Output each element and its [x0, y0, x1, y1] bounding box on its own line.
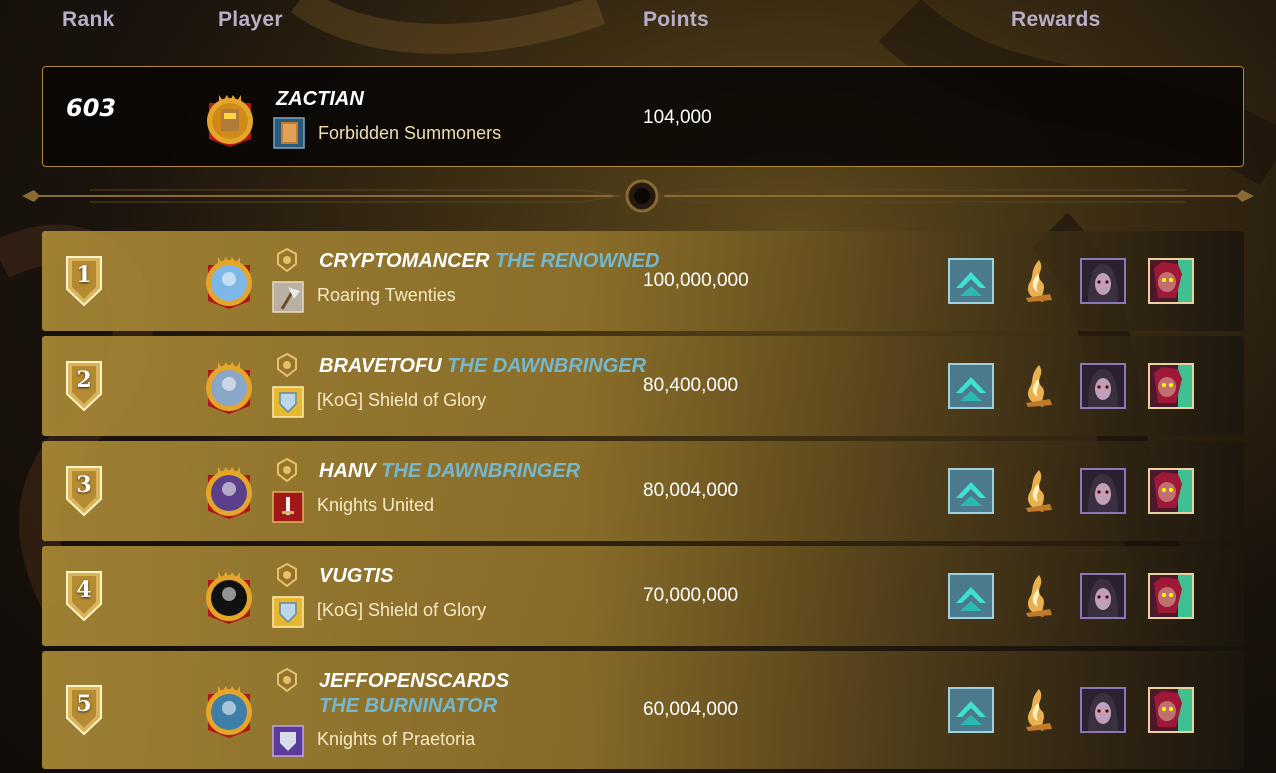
avatar[interactable]	[203, 89, 257, 149]
player-name-text: JEFFOPENSCARDS	[319, 670, 510, 692]
rank-badge: 2	[64, 360, 104, 412]
guild-name[interactable]: Knights of Praetoria	[317, 729, 475, 750]
rank-badge: 5	[64, 684, 104, 736]
red-demon-card-icon[interactable]	[1148, 573, 1194, 619]
leaderboard-row[interactable]: 4 VUGTIS [KoG] Shield of Glory 70,000,00…	[42, 546, 1244, 646]
chevron-card-icon[interactable]	[948, 573, 994, 619]
rank-number: 2	[76, 367, 92, 393]
player-name[interactable]: HANV THE DAWNBRINGER	[319, 459, 580, 484]
rank-number: 3	[76, 472, 92, 498]
player-name-text: VUGTIS	[319, 565, 394, 587]
guild-name[interactable]: [KoG] Shield of Glory	[317, 600, 486, 621]
flame-icon[interactable]	[1016, 258, 1062, 304]
guild-name[interactable]: [KoG] Shield of Glory	[317, 390, 486, 411]
self-guild-name[interactable]: Forbidden Summoners	[318, 123, 501, 144]
hooded-villain-card-icon[interactable]	[1080, 363, 1126, 409]
guild-name[interactable]: Knights United	[317, 495, 434, 516]
flame-icon[interactable]	[1016, 468, 1062, 514]
sword-icon	[272, 491, 304, 523]
flame-icon[interactable]	[1016, 363, 1062, 409]
avatar[interactable]	[202, 356, 256, 416]
avatar[interactable]	[202, 251, 256, 311]
chevron-card-icon[interactable]	[948, 468, 994, 514]
sun-icon	[276, 353, 298, 377]
red-demon-card-icon[interactable]	[1148, 687, 1194, 733]
hooded-villain-card-icon[interactable]	[1080, 258, 1126, 304]
points-column-header: Points	[643, 8, 709, 31]
player-column-header: Player	[218, 8, 283, 31]
avatar[interactable]	[202, 461, 256, 521]
chevron-card-icon[interactable]	[948, 687, 994, 733]
red-demon-card-icon[interactable]	[1148, 363, 1194, 409]
shield-icon	[272, 596, 304, 628]
avatar[interactable]	[202, 680, 256, 740]
current-player-row[interactable]: 603 ZACTIAN Forbidden Summoners 104,000	[42, 66, 1244, 167]
player-name[interactable]: JEFFOPENSCARDS THE BURNINATOR	[319, 669, 539, 719]
points-value: 70,000,000	[643, 585, 739, 606]
chevron-card-icon[interactable]	[948, 258, 994, 304]
self-rank: 603	[66, 94, 117, 122]
purple-shield-icon	[272, 725, 304, 757]
player-title: THE DAWNBRINGER	[441, 355, 647, 377]
player-name[interactable]: VUGTIS	[319, 564, 393, 589]
leaderboard-row[interactable]: 2 BRAVETOFU THE DAWNBRINGER [KoG] Shield…	[42, 336, 1244, 436]
ornamental-divider	[22, 179, 1254, 213]
chevron-card-icon[interactable]	[948, 363, 994, 409]
flame-icon[interactable]	[1016, 687, 1062, 733]
axe-icon	[272, 281, 304, 313]
shield-icon	[272, 386, 304, 418]
player-title: THE BURNINATOR	[319, 695, 498, 717]
self-player-name[interactable]: ZACTIAN	[276, 88, 364, 111]
leaderboard-row[interactable]: 1 CRYPTOMANCER THE RENOWNED Roaring Twen…	[42, 231, 1244, 331]
points-value: 80,004,000	[643, 480, 739, 501]
leaderboard-row[interactable]: 3 HANV THE DAWNBRINGER Knights United 80…	[42, 441, 1244, 541]
crown-icon	[276, 563, 298, 587]
rank-column-header: Rank	[62, 8, 115, 31]
rank-number: 1	[76, 262, 92, 288]
guild-name[interactable]: Roaring Twenties	[317, 285, 456, 306]
hooded-villain-card-icon[interactable]	[1080, 468, 1126, 514]
hooded-villain-card-icon[interactable]	[1080, 687, 1126, 733]
rewards-column-header: Rewards	[1011, 8, 1101, 31]
points-value: 60,004,000	[643, 699, 739, 720]
player-name[interactable]: CRYPTOMANCER THE RENOWNED	[319, 249, 659, 274]
player-name[interactable]: BRAVETOFU THE DAWNBRINGER	[319, 354, 646, 379]
red-demon-card-icon[interactable]	[1148, 258, 1194, 304]
helm-icon	[276, 248, 298, 272]
self-points: 104,000	[643, 107, 712, 128]
rank-number: 4	[76, 577, 92, 603]
player-name-text: CRYPTOMANCER	[319, 250, 490, 272]
rank-badge: 3	[64, 465, 104, 517]
red-demon-card-icon[interactable]	[1148, 468, 1194, 514]
sun-icon	[276, 458, 298, 482]
rank-badge: 4	[64, 570, 104, 622]
book-icon	[273, 117, 305, 149]
avatar[interactable]	[202, 566, 256, 626]
rank-number: 5	[76, 691, 92, 717]
player-title: THE DAWNBRINGER	[375, 460, 581, 482]
player-name-text: BRAVETOFU	[319, 355, 442, 377]
flame-icon[interactable]	[1016, 573, 1062, 619]
leaderboard-row[interactable]: 5 JEFFOPENSCARDS THE BURNINATOR Knights …	[42, 651, 1244, 769]
points-value: 80,400,000	[643, 375, 739, 396]
player-name-text: HANV	[319, 460, 376, 482]
points-value: 100,000,000	[643, 270, 749, 291]
rank-badge: 1	[64, 255, 104, 307]
player-title: THE RENOWNED	[489, 250, 660, 272]
hooded-villain-card-icon[interactable]	[1080, 573, 1126, 619]
flame-icon	[276, 668, 298, 692]
